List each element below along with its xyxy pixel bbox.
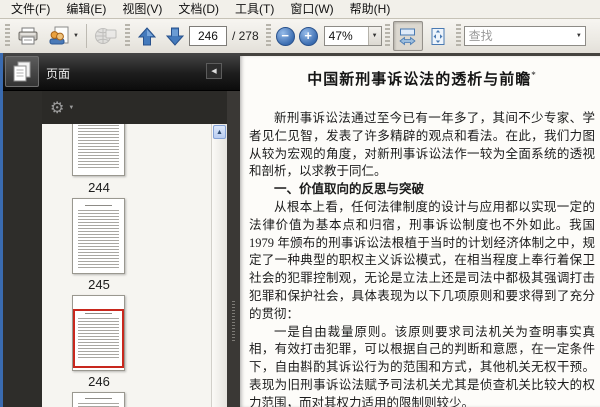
toolbar-grip [455,24,461,48]
page-thumbnail[interactable] [72,198,125,274]
zoom-in-button[interactable]: + [298,26,318,46]
menu-edit[interactable]: 编辑(E) [58,0,114,19]
collaborate-dropdown-caret[interactable]: ▼ [73,33,79,39]
paragraph-body: 一是自由裁量原则。该原则要求司法机关为查明事实真相，有效打击犯罪，可以根据自己的… [249,324,595,407]
thumbnail-label[interactable]: 246 [69,374,129,389]
thumbnail-page-content [85,205,112,206]
options-dropdown-caret[interactable]: ▼ [68,105,74,111]
navigation-sidebar: 页面 ◀ ⚙ ▼ 244 245 246 ▲ [0,53,240,407]
window-left-edge [0,53,3,407]
fit-width-icon [399,28,416,45]
menu-file[interactable]: 文件(F) [3,0,58,19]
menu-document[interactable]: 文档(D) [170,0,227,19]
page-thumbnail[interactable] [72,392,125,407]
pdf-reader-window: 文件(F) 编辑(E) 视图(V) 文档(D) 工具(T) 窗口(W) 帮助(H… [0,0,600,407]
collapse-left-icon: ◀ [211,68,217,75]
splitter-grip [232,301,235,343]
thumbnail-page-content [85,398,112,399]
share-globe-icon [94,27,117,44]
next-page-button[interactable] [161,22,189,50]
pages-icon [13,61,31,81]
thumbnail-scrollbar[interactable]: ▲ [211,124,227,407]
collaborate-button[interactable]: ▼ [43,22,83,50]
toolbar: ▼ / 278 − + [0,19,600,54]
find-input[interactable] [464,27,574,45]
document-page[interactable]: 中国新刑事诉讼法的透析与前瞻* 新刑事诉讼法通过至今已有一年多了，其间不少专家、… [240,53,600,407]
thumbnail-page-content [78,210,119,268]
menu-help[interactable]: 帮助(H) [342,0,399,19]
footnote-mark: * [531,70,537,80]
panel-splitter[interactable] [227,53,240,407]
fit-page-icon [431,27,445,45]
page-total-label: / 278 [231,29,259,43]
toolbar-grip [124,24,130,48]
toolbar-grip [384,24,390,48]
zoom-level-combobox[interactable]: 47% ▼ [323,26,382,46]
menu-window[interactable]: 窗口(W) [282,0,341,19]
toolbar-separator [85,24,87,48]
scroll-up-button[interactable]: ▲ [213,125,226,139]
thumbnail-page-content [78,124,119,170]
menu-bar: 文件(F) 编辑(E) 视图(V) 文档(D) 工具(T) 窗口(W) 帮助(H… [0,0,600,19]
visible-area-highlight[interactable] [73,309,124,368]
print-button[interactable] [13,22,43,50]
page-thumbnail[interactable] [72,124,125,176]
collapse-panel-button[interactable]: ◀ [206,63,222,79]
share-button-disabled [90,22,122,50]
fit-width-button[interactable] [392,21,423,51]
toolbar-grip [265,24,271,48]
pages-panel-header: 页面 ◀ [0,53,240,91]
sidebar-icon-column [0,91,42,407]
menu-view[interactable]: 视图(V) [114,0,170,19]
printer-icon [18,27,38,45]
paragraph-intro: 新刑事诉讼法通过至今已有一年多了，其间不少专家、学者见仁见智，发表了许多精辟的观… [249,111,595,179]
zoom-out-button[interactable]: − [275,26,295,46]
pages-panel-tab[interactable] [5,56,39,87]
scroll-up-icon: ▲ [216,128,223,136]
thumbnail-page-content [78,403,119,407]
page-thumbnail-current[interactable] [72,295,125,371]
paragraph-body: 从根本上看，任何法律制度的设计与应用都以实现一定的法律价值为基本点和归宿，刑事诉… [249,199,595,321]
zoom-level-value: 47% [328,29,353,43]
fit-page-button[interactable] [423,21,453,51]
up-arrow-icon [137,26,157,45]
thumbnail-label[interactable]: 244 [69,180,129,195]
down-arrow-icon [165,27,185,46]
gear-icon[interactable]: ⚙ [50,98,64,118]
document-title: 中国新刑事诉讼法的透析与前瞻* [307,70,537,88]
page-number-input[interactable] [188,26,227,46]
find-combobox: ▼ [463,26,586,46]
thumbnail-label[interactable]: 245 [69,277,129,292]
zoom-dropdown-caret[interactable]: ▼ [367,27,381,45]
collaborate-icon [49,26,69,45]
thumbnail-options-bar: ⚙ ▼ [42,91,240,124]
toolbar-grip [5,24,10,48]
section-heading: 一、价值取向的反思与突破 [274,182,425,197]
thumbnail-panel: 244 245 246 [42,124,211,407]
menu-tools[interactable]: 工具(T) [227,0,282,19]
find-dropdown-caret[interactable]: ▼ [573,27,585,45]
pages-panel-title: 页面 [46,67,71,81]
previous-page-button[interactable] [133,22,161,50]
